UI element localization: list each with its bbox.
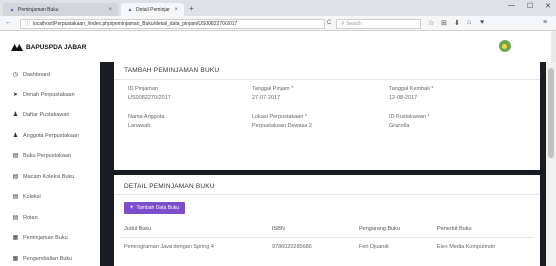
cell-isbn: 9786020285686 — [272, 244, 312, 250]
tanggal-kembali-value: 12-08-2017 — [389, 95, 418, 101]
new-tab-button[interactable]: + — [189, 3, 194, 14]
browser-tab-peminjaman[interactable]: ▲ Peminjaman Buku × — [3, 3, 118, 16]
sidebar-item-rotan[interactable]: ▤ Rotan — [12, 214, 38, 222]
download-icon[interactable]: ⬇ — [454, 19, 460, 27]
brand[interactable]: BAPUSPDA JABAR — [11, 44, 86, 51]
sidebar-item-label: Rotan — [23, 214, 38, 221]
pocket-icon[interactable]: ♥ — [480, 19, 484, 26]
close-window-button[interactable]: ✕ — [545, 2, 551, 10]
brand-logo-icon — [11, 44, 23, 51]
cell-pengarang: Feri Djuandi — [359, 244, 389, 250]
sidebar-item-pustakawan[interactable]: ♟ Daftar Pustakawan — [12, 111, 70, 119]
address-bar[interactable]: ⓘ localhost/Perpustakaan_/index.php/pemin… — [20, 19, 325, 29]
card-title: DETAIL PEMINJAMAN BUKU — [124, 183, 215, 190]
column-header-judul: Judul Buku — [124, 226, 152, 232]
card-title: TAMBAH PEMINJAMAN BUKU — [124, 67, 220, 74]
book-icon: ▤ — [12, 215, 19, 221]
table-divider — [120, 237, 534, 238]
add-book-button[interactable]: + Tambah Data Buku — [124, 202, 186, 214]
reload-icon[interactable]: C — [327, 20, 331, 26]
id-pustakawan-value: Gracella — [389, 123, 410, 129]
nama-anggota-value: Lanawati — [128, 123, 151, 129]
main-content: TAMBAH PEMINJAMAN BUKU ID Pinjaman US008… — [100, 62, 546, 266]
close-tab-icon[interactable]: × — [108, 7, 112, 13]
sidebar-item-label: Daftar Pustakawan — [23, 111, 70, 118]
maximize-button[interactable]: ☐ — [527, 2, 533, 10]
sidebar-item-macam-koleksi[interactable]: ▤ Macam Koleksi Buku — [12, 173, 75, 181]
menu-icon[interactable]: ≡ — [543, 19, 547, 26]
divider — [114, 79, 540, 80]
browser-tab-bar: ▲ Peminjaman Buku × ▲ Detail Peminjaman … — [0, 0, 556, 16]
tab-title: Peminjaman Buku — [18, 6, 59, 13]
file-icon: ▦ — [12, 256, 19, 262]
sidebar-item-label: Pengembalian Buku — [23, 255, 73, 262]
file-icon: ▦ — [12, 235, 19, 241]
location-arrow-icon: ➤ — [12, 92, 19, 98]
sidebar-item-denah[interactable]: ➤ Denah Perpustakaan — [12, 91, 75, 99]
page-favicon-icon: ▲ — [127, 6, 133, 13]
username: pustakawan — [514, 43, 544, 49]
sidebar: BAPUSPDA JABAR ◷ Dashboard ➤ Denah Perpu… — [0, 31, 100, 266]
nama-anggota-label: Nama Anggota — [128, 114, 165, 120]
top-navbar: pustakawan — [100, 31, 556, 62]
id-pinjaman-value: US0082270/2017 — [128, 95, 171, 101]
sidebar-item-koleksi[interactable]: ▤ Koleksi — [12, 193, 41, 201]
search-placeholder: Search — [346, 21, 362, 27]
sidebar-item-label: Peminjaman Buku — [23, 234, 68, 241]
sidebar-item-label: Denah Perpustakaan — [23, 91, 75, 98]
id-pinjaman-label: ID Pinjaman — [128, 86, 158, 92]
column-header-isbn: ISBN — [272, 226, 285, 232]
add-book-label: Tambah Data Buku — [136, 205, 180, 211]
id-pustakawan-label: ID Pustakawan * — [389, 114, 430, 120]
tanggal-kembali-label: Tanggal Kembali * — [389, 86, 434, 92]
sidebar-item-peminjaman[interactable]: ▦ Peminjaman Buku — [12, 234, 68, 242]
page-favicon-icon: ▲ — [9, 6, 15, 13]
sidebar-item-label: Dashboard — [23, 71, 50, 78]
close-tab-icon[interactable]: × — [174, 7, 178, 13]
divider — [114, 194, 540, 195]
avatar — [498, 40, 511, 52]
sidebar-item-label: Koleksi — [23, 193, 41, 200]
bookmark-star-icon[interactable]: ☆ — [428, 19, 434, 27]
info-icon: ⓘ — [25, 21, 31, 27]
sidebar-item-dashboard[interactable]: ◷ Dashboard — [12, 71, 50, 79]
minimize-button[interactable]: — — [508, 2, 515, 9]
clock-icon: ◷ — [12, 72, 19, 78]
page-scrollbar[interactable] — [546, 62, 556, 266]
cell-judul: Pemrograman Java dengan Spring 4 — [124, 244, 214, 250]
sidebar-item-label: Macam Koleksi Buku — [23, 173, 75, 180]
library-icon[interactable]: ⊞ — [441, 19, 447, 27]
brand-name: BAPUSPDA JABAR — [26, 44, 87, 51]
browser-tab-detail[interactable]: ▲ Detail Peminjaman Buku × — [121, 3, 184, 16]
sidebar-item-pengembalian[interactable]: ▦ Pengembalian Buku — [12, 255, 73, 263]
sidebar-item-anggota[interactable]: ♟ Anggota Perpustakaan — [12, 132, 79, 140]
column-header-penerbit: Penerbit Buku — [437, 226, 472, 232]
book-icon: ▤ — [12, 174, 19, 180]
cell-penerbit: Elex Media Komputindo — [437, 244, 496, 250]
back-arrow-icon[interactable]: ← — [5, 19, 12, 26]
column-header-pengarang: Pengarang Buku — [359, 226, 400, 232]
sidebar-item-label: Buku Perpustakaan — [23, 152, 72, 159]
tanggal-pinjam-label: Tanggal Pinjam * — [252, 86, 294, 92]
tab-title: Detail Peminjaman Buku — [136, 6, 171, 13]
plus-icon: + — [130, 205, 134, 211]
user-icon: ♟ — [12, 112, 19, 118]
sidebar-item-label: Anggota Perpustakaan — [23, 132, 79, 139]
tanggal-pinjam-value: 27-07-2017 — [252, 95, 281, 101]
lokasi-perpustakaan-value: Perpustakaan Dewasa 2 — [252, 123, 312, 129]
sidebar-item-buku[interactable]: ▤ Buku Perpustakaan — [12, 152, 72, 160]
search-input[interactable]: ⚲ Search — [336, 19, 421, 29]
detail-peminjaman-card: DETAIL PEMINJAMAN BUKU + Tambah Data Buk… — [114, 175, 540, 266]
user-menu[interactable]: pustakawan — [498, 40, 544, 52]
navbar-accent — [551, 31, 556, 62]
home-icon[interactable]: ⌂ — [467, 19, 471, 26]
scrollbar-thumb[interactable] — [548, 68, 554, 158]
tambah-peminjaman-card: TAMBAH PEMINJAMAN BUKU ID Pinjaman US008… — [114, 62, 540, 170]
book-icon: ▤ — [12, 153, 19, 159]
url-text: localhost/Perpustakaan_/index.php/peminj… — [33, 21, 238, 27]
browser-toolbar: ← ⓘ localhost/Perpustakaan_/index.php/pem… — [0, 16, 556, 31]
lokasi-perpustakaan-label: Lokasi Perpustakaan * — [252, 114, 308, 120]
book-icon: ▤ — [12, 194, 19, 200]
user-icon: ♟ — [12, 133, 19, 139]
